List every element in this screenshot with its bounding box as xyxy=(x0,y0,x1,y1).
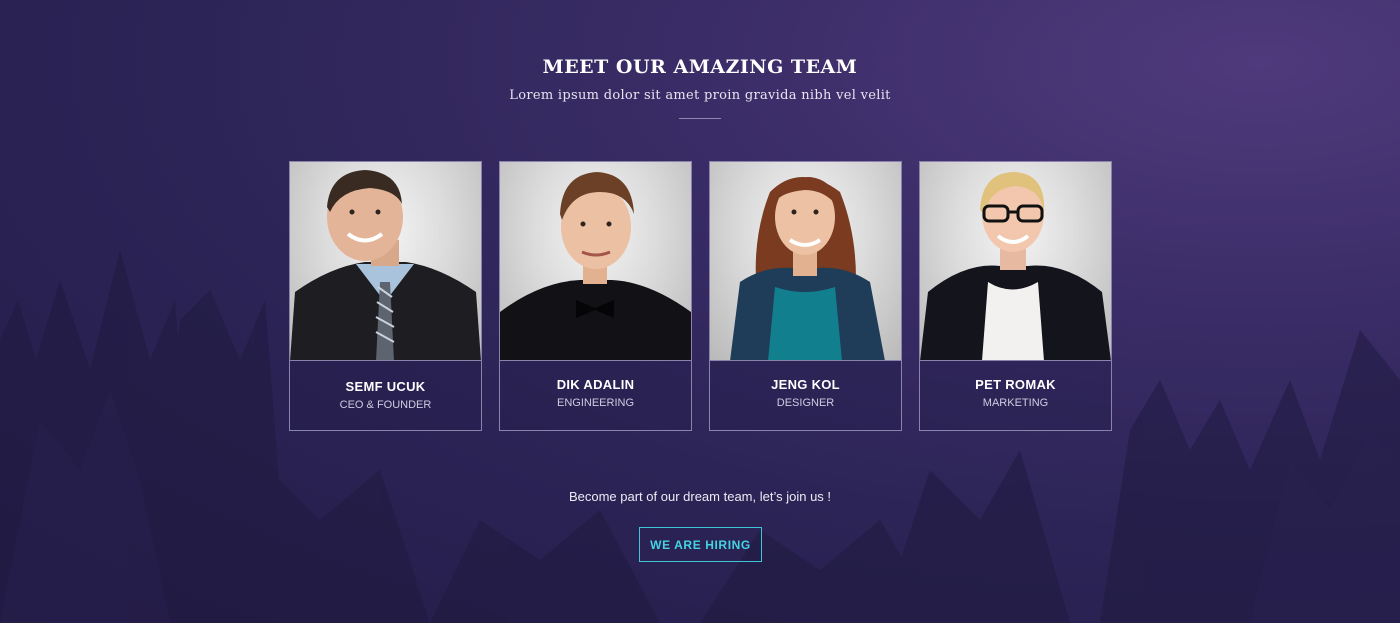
title-divider xyxy=(679,118,721,119)
team-member-info: SEMF UCUK CEO & FOUNDER xyxy=(290,362,481,430)
team-member-role: CEO & FOUNDER xyxy=(339,399,432,411)
team-member-name: PET ROMAK xyxy=(975,377,1056,392)
team-member-photo xyxy=(920,162,1111,361)
team-member-info: DIK ADALIN ENGINEERING xyxy=(500,362,691,430)
team-member-role: DESIGNER xyxy=(776,397,835,409)
section-subtitle: Lorem ipsum dolor sit amet proin gravida… xyxy=(509,88,891,103)
team-card[interactable]: JENG KOL DESIGNER xyxy=(709,161,902,431)
team-member-role: MARKETING xyxy=(982,397,1049,409)
team-card[interactable]: PET ROMAK MARKETING xyxy=(919,161,1112,431)
team-member-info: JENG KOL DESIGNER xyxy=(710,362,901,430)
team-member-name: DIK ADALIN xyxy=(556,377,635,392)
team-member-info: PET ROMAK MARKETING xyxy=(920,362,1111,430)
hiring-button[interactable]: WE ARE HIRING xyxy=(639,527,762,562)
team-member-role: ENGINEERING xyxy=(556,397,634,409)
team-card[interactable]: DIK ADALIN ENGINEERING xyxy=(499,161,692,431)
section-title: MEET OUR AMAZING TEAM xyxy=(542,56,858,78)
join-team-text: Become part of our dream team, let’s joi… xyxy=(568,489,832,504)
team-member-name: JENG KOL xyxy=(771,377,840,392)
team-member-name: SEMF UCUK xyxy=(345,379,426,394)
team-member-photo xyxy=(710,162,901,361)
team-member-photo xyxy=(290,162,481,361)
team-section: MEET OUR AMAZING TEAM Lorem ipsum dolor … xyxy=(0,0,1400,623)
team-member-photo xyxy=(500,162,691,361)
team-card[interactable]: SEMF UCUK CEO & FOUNDER xyxy=(289,161,482,431)
